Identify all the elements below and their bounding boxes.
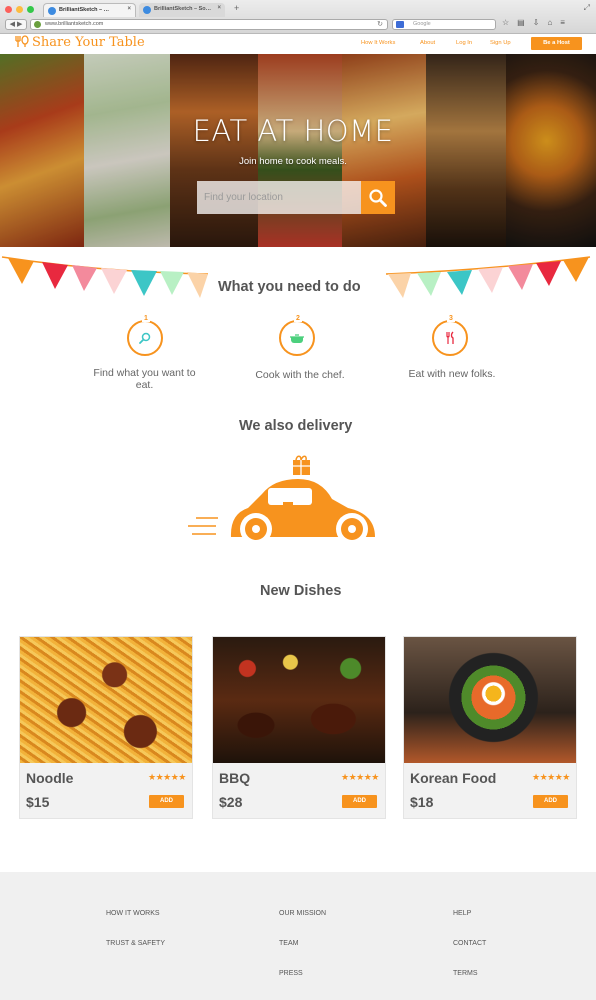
nav-sign-up[interactable]: Sign Up	[490, 40, 511, 46]
step-2-text: Cook with the chef.	[255, 369, 345, 381]
dish-card-noodle[interactable]: Noodle ★★★★★ $15 ADD	[19, 636, 193, 819]
site-logo[interactable]: Share Your Table	[14, 35, 145, 50]
browser-search-field[interactable]: Google	[392, 19, 496, 30]
add-to-cart-button[interactable]: ADD	[342, 795, 377, 808]
footer-link-team[interactable]: TEAM	[279, 940, 298, 947]
step-2-number: 2	[294, 315, 302, 322]
search-icon	[369, 188, 387, 207]
maximize-window-icon[interactable]	[27, 6, 34, 13]
nav-how-it-works[interactable]: How It Works	[361, 40, 395, 46]
dish-photo[interactable]	[404, 637, 576, 763]
browser-tab[interactable]: BrilliantSketch – So… ×	[139, 3, 225, 17]
rating-stars-icon: ★★★★★	[532, 772, 570, 782]
step-1-text: Find what you want to eat.	[93, 367, 196, 391]
dish-card-korean-food[interactable]: Korean Food ★★★★★ $18 ADD	[403, 636, 577, 819]
cooking-pot-icon	[290, 334, 304, 343]
close-tab-icon[interactable]: ×	[127, 6, 131, 12]
new-tab-icon[interactable]: +	[234, 3, 239, 13]
browser-toolbar: ☆ ▤ ⇩ ⌂ ≡	[502, 18, 565, 27]
footer-link-press[interactable]: PRESS	[279, 970, 303, 977]
step-1-circle	[127, 320, 163, 356]
footer-link-contact[interactable]: CONTACT	[453, 940, 486, 947]
search-engine-icon	[396, 21, 404, 28]
dishes-section-title: New Dishes	[260, 583, 342, 599]
home-icon[interactable]: ⌂	[547, 18, 552, 27]
downloads-icon[interactable]: ⇩	[533, 18, 540, 27]
dish-price: $28	[219, 794, 243, 810]
dish-photo[interactable]	[20, 637, 192, 763]
location-search-input[interactable]	[197, 181, 361, 214]
url-text: www.brilliantsketch.com	[45, 21, 104, 27]
step-3-circle	[432, 320, 468, 356]
site-icon	[34, 21, 41, 28]
add-to-cart-button[interactable]: ADD	[149, 795, 184, 808]
favicon-icon	[143, 6, 151, 14]
tab-label: BrilliantSketch – So…	[154, 6, 212, 12]
location-search-button[interactable]	[361, 181, 395, 214]
dish-name: Noodle	[26, 770, 74, 786]
dish-name: Korean Food	[410, 770, 497, 786]
hero-banner: EAT AT HOME Join home to cook meals.	[0, 54, 596, 247]
footer-link-trust-safety[interactable]: TRUST & SAFETY	[106, 940, 165, 947]
close-tab-icon[interactable]: ×	[217, 5, 221, 11]
minimize-window-icon[interactable]	[16, 6, 23, 13]
rating-stars-icon: ★★★★★	[148, 772, 186, 782]
footer-link-help[interactable]: HELP	[453, 910, 471, 917]
site-footer: HOW IT WORKS TRUST & SAFETY OUR MISSION …	[0, 872, 596, 1000]
browser-tab-active[interactable]: BrilliantSketch – … ×	[43, 3, 136, 17]
search-icon	[139, 332, 151, 344]
reading-list-icon[interactable]: ▤	[517, 18, 525, 27]
add-to-cart-button[interactable]: ADD	[533, 795, 568, 808]
bookmark-star-icon[interactable]: ☆	[502, 18, 509, 27]
footer-link-how-it-works[interactable]: HOW IT WORKS	[106, 910, 160, 917]
fork-knife-icon	[446, 331, 454, 344]
nav-about[interactable]: About	[420, 40, 435, 46]
fork-spoon-logo-icon	[14, 35, 30, 50]
tab-label: BrilliantSketch – …	[59, 7, 110, 13]
menu-icon[interactable]: ≡	[560, 18, 565, 27]
dish-price: $18	[410, 794, 434, 810]
site-header: Share Your Table How It Works About Log …	[0, 34, 596, 54]
fullscreen-icon[interactable]: ⤢	[584, 3, 590, 13]
delivery-section-title: We also delivery	[239, 418, 353, 434]
dish-name: BBQ	[219, 770, 251, 786]
browser-chrome: BrilliantSketch – … × BrilliantSketch – …	[0, 0, 596, 34]
dish-price: $15	[26, 794, 50, 810]
footer-link-terms[interactable]: TERMS	[453, 970, 478, 977]
back-forward-buttons[interactable]: ◀ ▶	[5, 19, 27, 30]
step-2-circle	[279, 320, 315, 356]
step-3-text: Eat with new folks.	[408, 368, 496, 380]
step-1-number: 1	[142, 315, 150, 322]
hero-title: EAT AT HOME	[192, 114, 394, 148]
rating-stars-icon: ★★★★★	[341, 772, 379, 782]
be-a-host-button[interactable]: Be a Host	[531, 37, 582, 50]
footer-link-our-mission[interactable]: OUR MISSION	[279, 910, 326, 917]
dish-card-bbq[interactable]: BBQ ★★★★★ $28 ADD	[212, 636, 386, 819]
delivery-car-illustration	[188, 455, 375, 544]
dish-photo[interactable]	[213, 637, 385, 763]
step-3-number: 3	[447, 315, 455, 322]
search-engine-placeholder: Google	[413, 21, 431, 27]
nav-log-in[interactable]: Log In	[456, 40, 472, 46]
hero-subtitle: Join home to cook meals.	[239, 156, 347, 167]
logo-text: Share Your Table	[32, 35, 145, 50]
steps-section-title: What you need to do	[218, 279, 361, 295]
reload-icon[interactable]: ↻	[377, 20, 383, 28]
window-controls[interactable]	[5, 6, 34, 13]
close-window-icon[interactable]	[5, 6, 12, 13]
address-bar[interactable]: www.brilliantsketch.com ↻	[30, 19, 388, 30]
favicon-icon	[48, 7, 56, 15]
